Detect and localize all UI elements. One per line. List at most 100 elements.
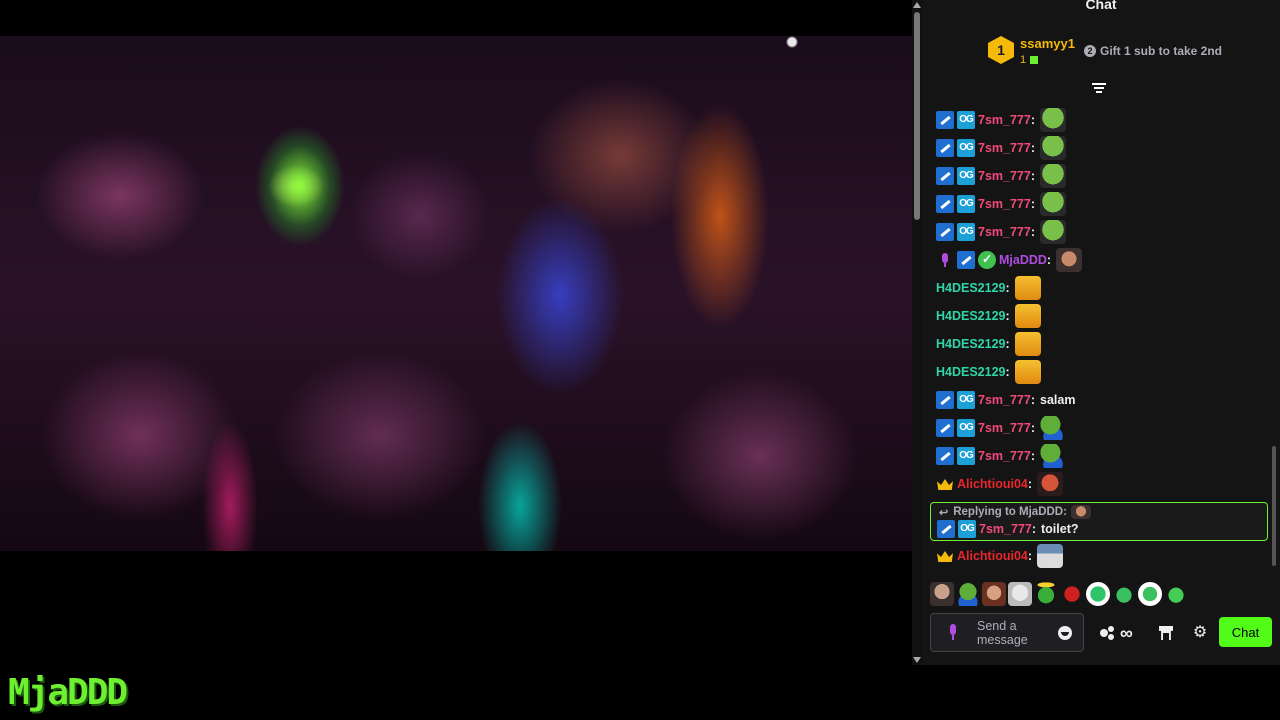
chat-message[interactable]: H4DES2129:: [936, 332, 1041, 356]
mod-icon[interactable]: [936, 391, 954, 409]
yellow-emote-icon[interactable]: [1014, 276, 1041, 300]
page-scrollbar[interactable]: [912, 0, 922, 665]
chat-username[interactable]: 7sm_777: [978, 197, 1031, 211]
chat-username[interactable]: 7sm_777: [978, 169, 1031, 183]
chat-message[interactable]: OG 7sm_777: toilet?: [937, 517, 1079, 541]
emote-green-round-icon[interactable]: [1138, 582, 1162, 606]
chat-input-box[interactable]: Send a message: [930, 613, 1084, 652]
video-player[interactable]: MjaDDD: [0, 0, 912, 713]
emote-red-icon[interactable]: [1060, 582, 1084, 606]
chat-message[interactable]: Alichtioui04:: [936, 472, 1064, 496]
yellow-emote-icon[interactable]: [1014, 360, 1041, 384]
chat-username[interactable]: H4DES2129: [936, 337, 1006, 351]
chat-username[interactable]: Alichtioui04: [957, 549, 1028, 563]
mod-icon[interactable]: [936, 447, 954, 465]
message-input[interactable]: [971, 617, 1051, 649]
mod-icon[interactable]: [936, 195, 954, 213]
mod-icon[interactable]: [936, 111, 954, 129]
chat-username[interactable]: Alichtioui04: [957, 477, 1028, 491]
chat-message-list[interactable]: OG 7sm_777: OG 7sm_777: OG 7sm_777: OG 7sm_777:…: [922, 96, 1272, 580]
chat-username[interactable]: 7sm_777: [978, 393, 1031, 407]
og-badge[interactable]: OG: [958, 520, 976, 538]
mod-icon[interactable]: [937, 520, 955, 538]
pepe-emote-icon[interactable]: [1040, 220, 1066, 244]
face-emote-icon[interactable]: [1056, 248, 1083, 272]
filter-icon[interactable]: [1092, 83, 1106, 95]
mod-icon[interactable]: [936, 223, 954, 241]
scroll-down-arrow-icon[interactable]: [913, 657, 921, 663]
verified-icon[interactable]: [978, 251, 996, 269]
crown-icon[interactable]: [936, 547, 954, 565]
crown-icon[interactable]: [936, 475, 954, 493]
stream-video-frame[interactable]: [0, 36, 912, 551]
og-badge[interactable]: OG: [957, 139, 975, 157]
og-badge[interactable]: OG: [957, 447, 975, 465]
chat-message[interactable]: OG 7sm_777:: [936, 108, 1066, 132]
mic-icon[interactable]: [936, 251, 954, 269]
emote-green-icon[interactable]: [1112, 582, 1136, 606]
emote-man-icon[interactable]: [982, 582, 1006, 606]
emote-headphones-icon[interactable]: [1086, 582, 1110, 606]
og-badge[interactable]: OG: [957, 195, 975, 213]
chat-message[interactable]: H4DES2129:: [936, 360, 1041, 384]
reply-message-box[interactable]: ↩ Replying to MjaDDD: OG 7sm_777: toilet?: [930, 502, 1268, 541]
chat-username[interactable]: H4DES2129: [936, 365, 1006, 379]
og-badge[interactable]: OG: [957, 167, 975, 185]
mod-icon[interactable]: [936, 139, 954, 157]
chat-username[interactable]: 7sm_777: [978, 421, 1031, 435]
emote-face-icon[interactable]: [930, 582, 954, 606]
chat-username[interactable]: 7sm_777: [978, 449, 1031, 463]
pepe-emote-icon[interactable]: [1040, 108, 1066, 132]
emoji-picker-icon[interactable]: [1058, 626, 1072, 640]
yellow-emote-icon[interactable]: [1014, 332, 1041, 356]
emote-pepe-icon[interactable]: [956, 582, 980, 606]
chat-message[interactable]: MjaDDD:: [936, 248, 1083, 272]
emote-green-smile-icon[interactable]: [1164, 582, 1188, 606]
chat-message[interactable]: OG 7sm_777:: [936, 220, 1066, 244]
channel-points-icon[interactable]: [1098, 622, 1122, 644]
scrollbar-thumb[interactable]: [914, 12, 920, 220]
chat-message[interactable]: OG 7sm_777:: [936, 136, 1066, 160]
pepe2-emote-icon[interactable]: [1040, 416, 1066, 440]
chat-message[interactable]: H4DES2129:: [936, 304, 1041, 328]
chat-username[interactable]: H4DES2129: [936, 309, 1006, 323]
yellow-emote-icon[interactable]: [1014, 304, 1041, 328]
chat-scrollbar-thumb[interactable]: [1272, 446, 1276, 566]
microphone-icon[interactable]: [945, 624, 961, 642]
chat-message[interactable]: OG 7sm_777:: [936, 444, 1066, 468]
man-emote-icon[interactable]: [1037, 544, 1064, 568]
chat-message[interactable]: OG 7sm_777:: [936, 416, 1066, 440]
leader-username[interactable]: ssamyy1: [1020, 36, 1075, 51]
chat-message[interactable]: Alichtioui04:: [936, 544, 1064, 568]
pepe2-emote-icon[interactable]: [1040, 444, 1066, 468]
og-badge[interactable]: OG: [957, 223, 975, 241]
pepe-emote-icon[interactable]: [1040, 192, 1066, 216]
chat-message[interactable]: H4DES2129:: [936, 276, 1041, 300]
og-badge[interactable]: OG: [957, 111, 975, 129]
scroll-up-arrow-icon[interactable]: [913, 2, 921, 8]
gear-icon[interactable]: ⚙: [1188, 622, 1212, 644]
emote-cat-icon[interactable]: [1008, 582, 1032, 606]
infinity-icon[interactable]: ∞: [1120, 622, 1144, 644]
pepe-emote-icon[interactable]: [1040, 136, 1066, 160]
mod-icon[interactable]: [936, 419, 954, 437]
chat-username[interactable]: 7sm_777: [978, 141, 1031, 155]
og-badge[interactable]: OG: [957, 391, 975, 409]
gift-leaderboard[interactable]: 1 ssamyy1 1 2 Gift 1 sub to take 2nd: [988, 34, 1278, 70]
chat-username[interactable]: H4DES2129: [936, 281, 1006, 295]
chat-message[interactable]: OG 7sm_777: salam: [936, 388, 1075, 412]
chat-message[interactable]: OG 7sm_777:: [936, 192, 1066, 216]
chat-username[interactable]: 7sm_777: [979, 522, 1032, 536]
pepe-emote-icon[interactable]: [1040, 164, 1066, 188]
chat-username[interactable]: 7sm_777: [978, 113, 1031, 127]
mod-icon[interactable]: [957, 251, 975, 269]
chat-scrollbar[interactable]: [1272, 96, 1276, 580]
chat-message[interactable]: OG 7sm_777:: [936, 164, 1066, 188]
send-chat-button[interactable]: Chat: [1219, 617, 1272, 647]
og-badge[interactable]: OG: [957, 419, 975, 437]
store-icon[interactable]: [1154, 622, 1178, 644]
chat-username[interactable]: MjaDDD: [999, 253, 1047, 267]
emote-angel-icon[interactable]: [1034, 582, 1058, 606]
chat-username[interactable]: 7sm_777: [978, 225, 1031, 239]
red-emote-icon[interactable]: [1037, 472, 1064, 496]
